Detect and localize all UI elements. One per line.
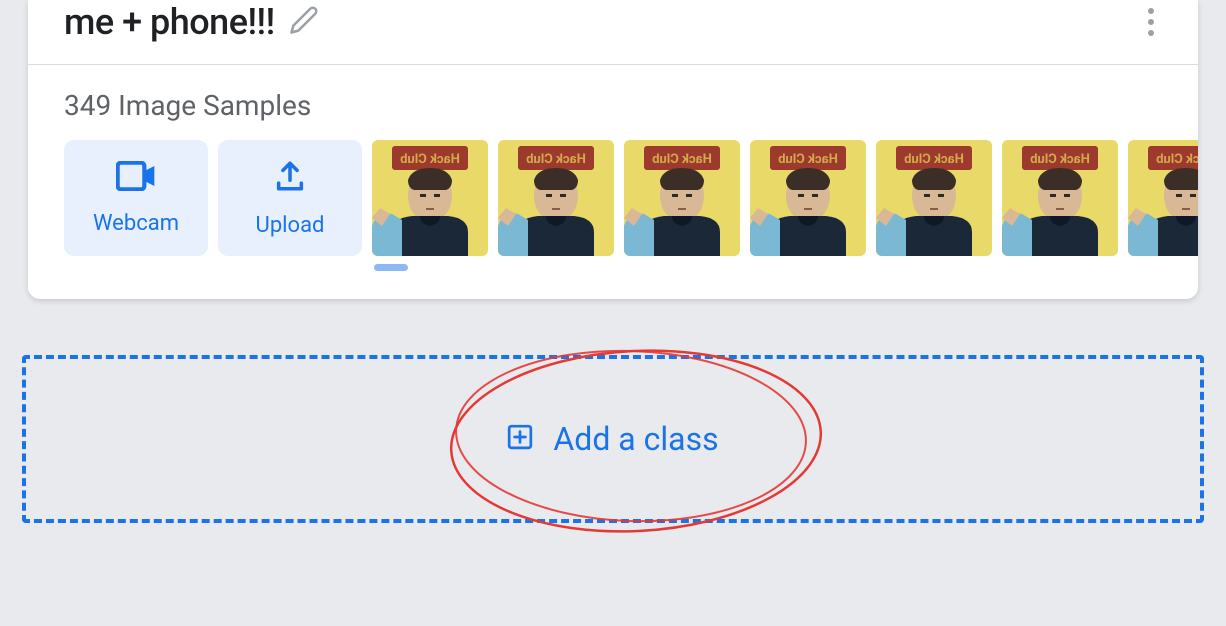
- add-class-button[interactable]: Add a class: [22, 355, 1204, 523]
- svg-text:Hack Club: Hack Club: [904, 152, 964, 167]
- edit-pencil-icon[interactable]: [289, 5, 319, 39]
- camera-icon: [116, 161, 156, 195]
- upload-icon: [273, 159, 307, 197]
- upload-button[interactable]: Upload: [218, 140, 362, 256]
- sample-thumbnail[interactable]: Hack Club: [1002, 140, 1118, 256]
- add-class-label: Add a class: [553, 420, 718, 458]
- svg-text:Hack Club: Hack Club: [1156, 152, 1198, 167]
- svg-text:Hack Club: Hack Club: [778, 152, 838, 167]
- samples-row: Webcam Upload Hack Club: [64, 140, 1162, 256]
- svg-text:Hack Club: Hack Club: [652, 152, 712, 167]
- thumbnail-strip[interactable]: Hack Club Hack Club: [372, 140, 1198, 256]
- class-card: me + phone!!! 349 Image Samples: [28, 0, 1198, 299]
- kebab-menu-icon[interactable]: [1140, 0, 1162, 44]
- card-body: 349 Image Samples Webcam U: [28, 65, 1198, 299]
- upload-label: Upload: [256, 213, 325, 238]
- svg-text:Hack Club: Hack Club: [1030, 152, 1090, 167]
- sample-thumbnail[interactable]: Hack Club: [750, 140, 866, 256]
- svg-text:Hack Club: Hack Club: [400, 152, 460, 167]
- webcam-button[interactable]: Webcam: [64, 140, 208, 256]
- svg-text:Hack Club: Hack Club: [526, 152, 586, 167]
- class-title: me + phone!!!: [64, 1, 275, 43]
- sample-thumbnail[interactable]: Hack Club: [624, 140, 740, 256]
- webcam-label: Webcam: [93, 211, 179, 236]
- scroll-indicator[interactable]: [374, 264, 408, 271]
- sample-thumbnail[interactable]: Hack Club: [372, 140, 488, 256]
- plus-box-icon: [507, 424, 533, 454]
- sample-thumbnail[interactable]: Hack Club: [1128, 140, 1198, 256]
- class-title-wrap: me + phone!!!: [64, 1, 319, 43]
- card-header: me + phone!!!: [28, 0, 1198, 65]
- sample-thumbnail[interactable]: Hack Club: [876, 140, 992, 256]
- sample-thumbnail[interactable]: Hack Club: [498, 140, 614, 256]
- samples-count-label: 349 Image Samples: [64, 89, 1162, 122]
